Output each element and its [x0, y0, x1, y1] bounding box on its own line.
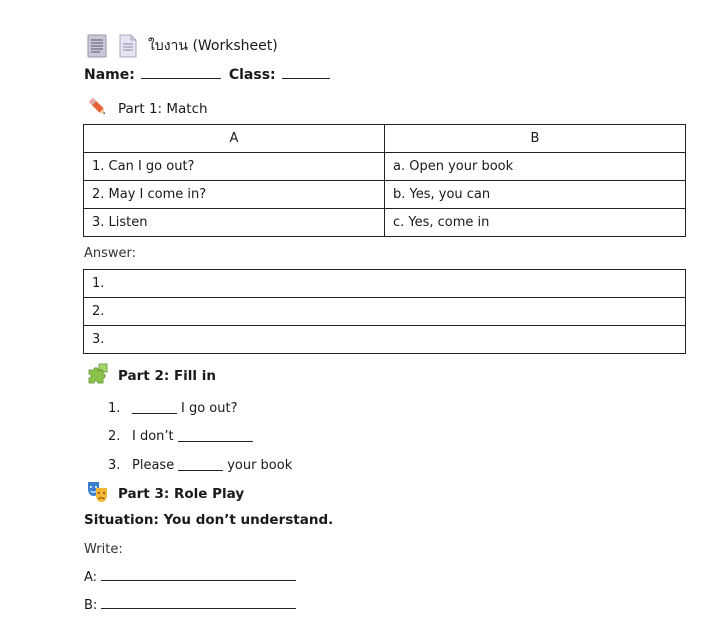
part3-title: Part 3: Role Play — [118, 486, 245, 502]
puzzle-icon — [86, 362, 110, 390]
column-header-b: B — [384, 124, 686, 153]
class-label: Class: — [228, 67, 276, 83]
answer-line[interactable] — [101, 570, 297, 581]
part1-heading: Part 1: Match — [86, 95, 208, 123]
item-text-after: your book — [227, 457, 293, 473]
table-row: 2. May I come in? b. Yes, you can — [83, 180, 686, 209]
list-item: 2. I don’t — [108, 423, 292, 452]
title-row: ใบงาน (Worksheet) — [86, 34, 278, 58]
match-table: A B 1. Can I go out? a. Open your book 2… — [83, 124, 686, 237]
item-number: 1. — [108, 400, 121, 416]
list-item: 1. I go out? — [108, 394, 292, 423]
fill-blank[interactable] — [178, 460, 224, 471]
table-header-row: A B — [83, 124, 686, 153]
answer-label: Answer: — [84, 246, 137, 261]
answer-table: 1. 2. 3. — [83, 269, 686, 354]
item-text-before: I don’t — [132, 429, 174, 445]
student-info-row: Name: Class: — [84, 66, 330, 83]
answer-row[interactable]: 1. — [83, 269, 686, 298]
item-number: 2. — [108, 429, 121, 445]
worksheet-page: ใบงาน (Worksheet) Name: Class: Part 1: M… — [0, 0, 708, 630]
list-item: 3. Please your book — [108, 451, 292, 480]
table-cell: b. Yes, you can — [384, 180, 686, 209]
class-blank[interactable] — [281, 66, 330, 79]
write-label: Write: — [84, 542, 123, 557]
part3-heading: Part 3: Role Play — [86, 480, 244, 508]
document-icon — [86, 34, 108, 58]
table-cell: a. Open your book — [384, 152, 686, 181]
fill-in-list: 1. I go out? 2. I don’t 3. Please your b… — [108, 394, 292, 480]
answer-row[interactable]: 2. — [83, 297, 686, 326]
fill-blank[interactable] — [177, 431, 253, 443]
file-icon — [118, 34, 138, 58]
part2-heading: Part 2: Fill in — [86, 362, 216, 390]
answer-cell[interactable]: 3. — [83, 325, 686, 354]
name-label: Name: — [84, 67, 135, 83]
part2-title: Part 2: Fill in — [118, 368, 216, 384]
table-cell: 3. Listen — [83, 208, 385, 237]
pencil-icon — [86, 95, 110, 123]
worksheet-title: ใบงาน (Worksheet) — [148, 38, 278, 54]
item-text-before: Please — [132, 457, 175, 473]
item-text-after: I go out? — [181, 400, 238, 416]
speaker-a-label: A: — [84, 570, 98, 585]
dialogue-line-b: B: — [84, 598, 297, 613]
answer-line[interactable] — [101, 598, 297, 609]
speaker-b-label: B: — [84, 598, 98, 613]
table-row: 3. Listen c. Yes, come in — [83, 208, 686, 237]
table-cell: c. Yes, come in — [384, 208, 686, 237]
table-cell: 2. May I come in? — [83, 180, 385, 209]
item-number: 3. — [108, 457, 121, 473]
answer-cell[interactable]: 2. — [83, 297, 686, 326]
column-header-a: A — [83, 124, 385, 153]
table-row: 1. Can I go out? a. Open your book — [83, 152, 686, 181]
answer-cell[interactable]: 1. — [83, 269, 686, 298]
part1-title: Part 1: Match — [118, 101, 208, 117]
situation-text: Situation: You don’t understand. — [84, 512, 334, 528]
theater-masks-icon — [86, 480, 110, 508]
fill-blank[interactable] — [132, 403, 177, 414]
table-cell: 1. Can I go out? — [83, 152, 385, 181]
name-blank[interactable] — [140, 66, 221, 79]
answer-row[interactable]: 3. — [83, 325, 686, 354]
dialogue-line-a: A: — [84, 570, 297, 585]
